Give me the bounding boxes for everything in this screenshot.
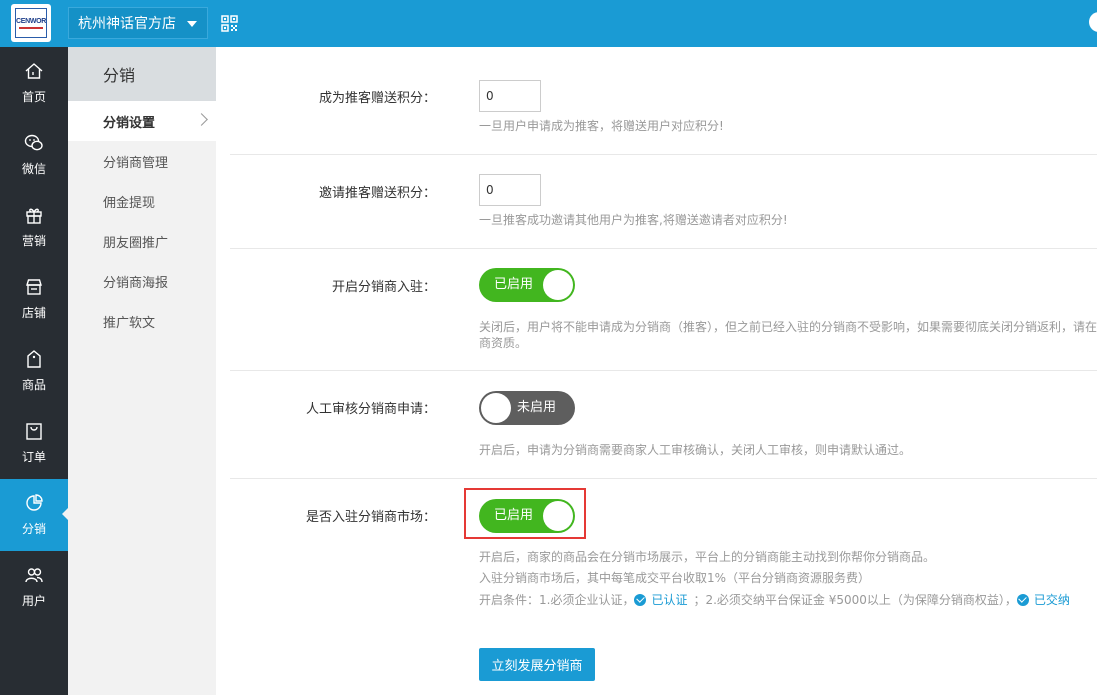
referral-points-input[interactable] bbox=[479, 80, 541, 112]
subnav-item-distributors[interactable]: 分销商管理 bbox=[68, 141, 216, 181]
toggle-knob bbox=[481, 393, 511, 423]
logo-text: CENWOR bbox=[15, 17, 47, 25]
brand-logo[interactable]: CENWOR bbox=[11, 4, 51, 42]
subnav-item-moments[interactable]: 朋友圈推广 bbox=[68, 221, 216, 261]
field-hint: 一旦用户申请成为推客，将赠送用户对应积分! bbox=[479, 119, 724, 133]
nav-label: 营销 bbox=[21, 234, 46, 248]
chevron-right-icon bbox=[195, 113, 208, 126]
invite-points-input[interactable] bbox=[479, 174, 541, 206]
subnav-item-poster[interactable]: 分销商海报 bbox=[68, 261, 216, 301]
bag-icon bbox=[26, 423, 42, 440]
nav-label: 订单 bbox=[21, 450, 46, 464]
open-entry-toggle[interactable]: 已启用 bbox=[479, 268, 575, 302]
cond-prefix: 开启条件：1.必须企业认证， bbox=[479, 593, 635, 607]
qr-code-icon[interactable] bbox=[221, 15, 238, 32]
form-row-invite-points: 邀请推客赠送积分： 一旦推客成功邀请其他用户为推客,将赠送邀请者对应积分! bbox=[230, 154, 1097, 248]
cond-badge-label: 已交纳 bbox=[1033, 593, 1070, 607]
form-row-manual-review: 人工审核分销商申请： 未启用 开启后，申请为分销商需要商家人工审核确认，关闭人工… bbox=[230, 370, 1097, 478]
check-circle-icon bbox=[1016, 593, 1029, 606]
subnav-label: 分销商管理 bbox=[103, 155, 169, 171]
subnav-label: 分销设置 bbox=[103, 115, 156, 131]
caret-down-icon bbox=[187, 21, 197, 27]
main-sidebar: 首页 微信 营销 店铺 商品 订单 分销 用户 bbox=[0, 47, 68, 695]
subnav-title: 分销 bbox=[68, 47, 216, 101]
cond-badge-label: 已认证 bbox=[651, 593, 688, 607]
nav-item-marketing[interactable]: 营销 bbox=[0, 191, 68, 263]
field-hint-line1: 开启后，商家的商品会在分销市场展示，平台上的分销商能主动找到你帮你分销商品。 bbox=[479, 550, 936, 564]
cond-paid-badge: 已交纳 bbox=[1016, 591, 1070, 608]
logo-underline bbox=[19, 26, 43, 29]
cond-mid: ；2.必须交纳平台保证金 ¥5000以上（为保障分销商权益）， bbox=[693, 593, 1017, 607]
field-label: 是否入驻分销商市场： bbox=[305, 510, 436, 525]
pie-chart-icon bbox=[26, 494, 43, 511]
shop-name: 杭州神话官方店 bbox=[78, 16, 176, 32]
develop-distributors-button[interactable]: 立刻发展分销商 bbox=[479, 648, 595, 681]
form-row-open-entry: 开启分销商入驻： 已启用 关闭后，用户将不能申请成为分销商（推客），但之前已经入… bbox=[230, 248, 1097, 370]
field-hint: 开启后，申请为分销商需要商家人工审核确认，关闭人工审核，则申请默认通过。 bbox=[479, 443, 912, 457]
subnav-item-settings[interactable]: 分销设置 bbox=[68, 101, 216, 141]
nav-label: 店铺 bbox=[21, 306, 46, 320]
settings-form: 成为推客赠送积分： 一旦用户申请成为推客，将赠送用户对应积分! 邀请推客赠送积分… bbox=[230, 47, 1097, 695]
nav-item-users[interactable]: 用户 bbox=[0, 551, 68, 623]
store-icon bbox=[26, 279, 42, 295]
gift-icon bbox=[26, 208, 42, 224]
nav-item-wechat[interactable]: 微信 bbox=[0, 119, 68, 191]
field-label: 成为推客赠送积分： bbox=[318, 91, 436, 106]
field-hint-line1: 关闭后，用户将不能申请成为分销商（推客），但之前已经入驻的分销商不受影响，如果需… bbox=[479, 320, 1097, 334]
nav-item-products[interactable]: 商品 bbox=[0, 335, 68, 407]
field-hint-line2: 商资质。 bbox=[479, 336, 528, 350]
user-avatar[interactable] bbox=[1089, 12, 1097, 32]
tag-icon bbox=[27, 350, 41, 368]
home-icon bbox=[25, 63, 43, 79]
field-label: 人工审核分销商申请： bbox=[305, 402, 436, 417]
highlight-box bbox=[464, 488, 586, 539]
field-label: 开启分销商入驻： bbox=[331, 280, 436, 295]
field-label: 邀请推客赠送积分： bbox=[318, 186, 436, 201]
subnav-item-articles[interactable]: 推广软文 bbox=[68, 301, 216, 341]
top-bar: CENWOR 杭州神话官方店 bbox=[0, 0, 1097, 47]
nav-item-store[interactable]: 店铺 bbox=[0, 263, 68, 335]
subnav-item-withdraw[interactable]: 佣金提现 bbox=[68, 181, 216, 221]
market-conditions: 开启条件：1.必须企业认证， 已认证 ；2.必须交纳平台保证金 ¥5000以上（… bbox=[479, 591, 1070, 608]
nav-item-home[interactable]: 首页 bbox=[0, 47, 68, 119]
nav-label: 微信 bbox=[21, 162, 46, 176]
subnav-label: 朋友圈推广 bbox=[103, 235, 169, 251]
shop-selector[interactable]: 杭州神话官方店 bbox=[68, 7, 208, 39]
wechat-icon bbox=[24, 134, 43, 151]
nav-label: 首页 bbox=[21, 90, 46, 104]
toggle-knob bbox=[543, 270, 573, 300]
field-hint-line2: 入驻分销商市场后，其中每笔成交平台收取1%（平台分销商资源服务费） bbox=[479, 571, 871, 585]
subnav-label: 推广软文 bbox=[103, 315, 156, 331]
subnav-label: 佣金提现 bbox=[103, 195, 156, 211]
form-row-referral-points: 成为推客赠送积分： 一旦用户申请成为推客，将赠送用户对应积分! bbox=[230, 47, 1097, 154]
manual-review-toggle[interactable]: 未启用 bbox=[479, 391, 575, 425]
users-icon bbox=[25, 568, 43, 583]
check-circle-icon bbox=[634, 593, 647, 606]
nav-label: 商品 bbox=[21, 378, 46, 392]
field-hint: 一旦推客成功邀请其他用户为推客,将赠送邀请者对应积分! bbox=[479, 213, 788, 227]
nav-label: 分销 bbox=[21, 522, 46, 536]
toggle-state: 未启用 bbox=[517, 400, 557, 415]
toggle-state: 已启用 bbox=[494, 277, 534, 292]
sub-sidebar: 分销 分销设置 分销商管理 佣金提现 朋友圈推广 分销商海报 推广软文 bbox=[68, 47, 216, 695]
subnav-label: 分销商海报 bbox=[103, 275, 169, 291]
nav-item-orders[interactable]: 订单 bbox=[0, 407, 68, 479]
cond-verified-badge: 已认证 bbox=[634, 591, 687, 608]
nav-label: 用户 bbox=[21, 594, 46, 608]
nav-item-distribution[interactable]: 分销 bbox=[0, 479, 68, 551]
logo-mark: CENWOR bbox=[15, 8, 47, 38]
